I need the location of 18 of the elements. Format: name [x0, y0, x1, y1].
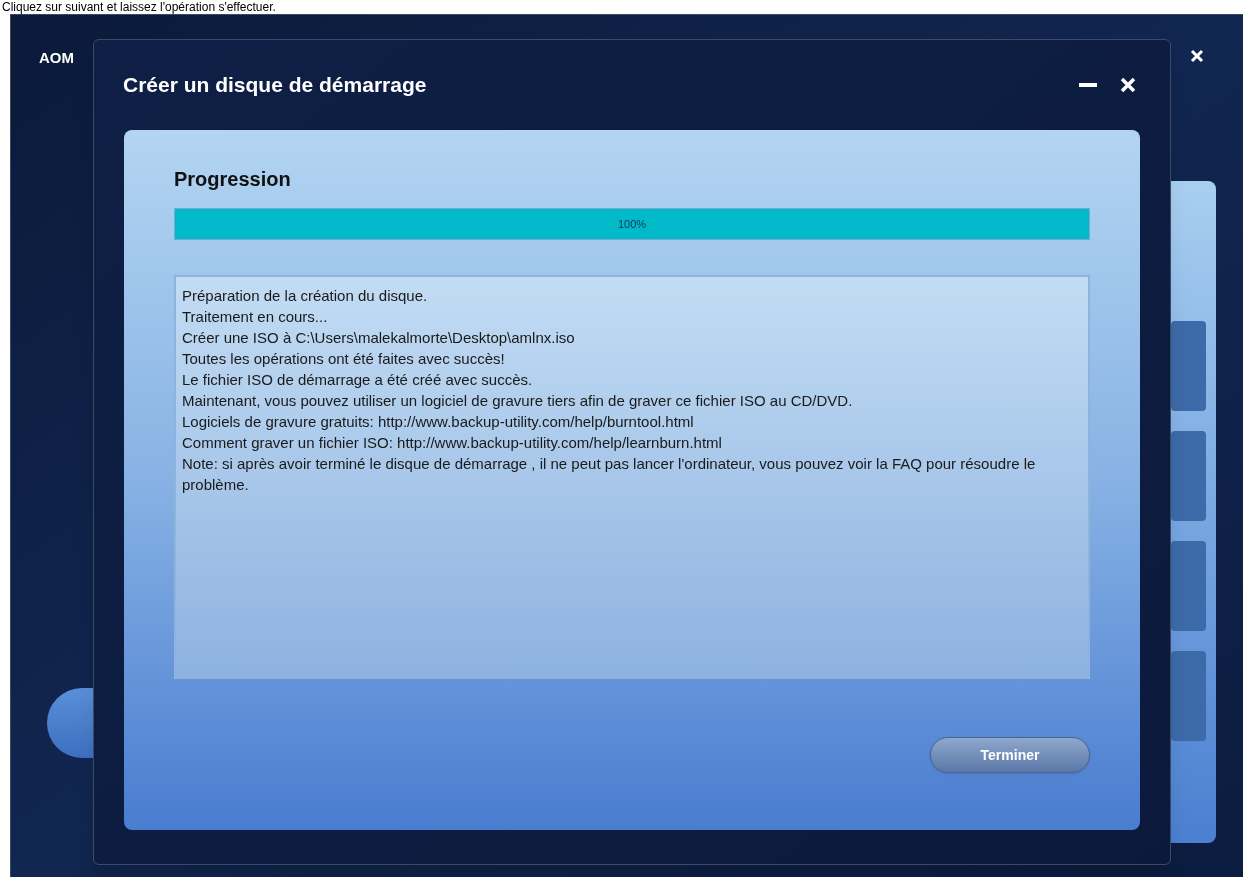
log-line: Toutes les opérations ont été faites avec succès! [182, 349, 506, 369]
log-line: Traitement en cours... [182, 307, 329, 327]
log-line: Créer une ISO à C:\Users\malekalmorte\Desktop\amlnx.iso [182, 328, 576, 348]
window-title: AOM [39, 48, 74, 68]
close-icon [1120, 77, 1136, 93]
log-line: Maintenant, vous pouvez utiliser un logiciel de gravure tiers afin de graver ce fichier ISO au CD/DVD. [182, 391, 854, 411]
section-title: Progression [174, 167, 292, 192]
dialog-title: Créer un disque de démarrage [123, 72, 428, 99]
close-icon [1190, 49, 1204, 63]
progress-label: 100% [616, 216, 648, 232]
log-line: Logiciels de gravure gratuits: http://www.backup-utility.com/help/burntool.html [182, 412, 695, 432]
minimize-icon [1079, 83, 1097, 87]
log-line: Note: si après avoir terminé le disque de démarrage , il ne peut pas lancer l'ordinateur, vous pouvez voir la FAQ pour résoudre le problème. [182, 454, 1037, 495]
log-line: Le fichier ISO de démarrage a été créé avec succès. [182, 370, 534, 390]
log-line: Comment graver un fichier ISO: http://www.backup-utility.com/help/learnburn.html [182, 433, 723, 453]
caption-text: Cliquez sur suivant et laissez l'opération s'effectuer. [2, 0, 276, 14]
log-line: Préparation de la création du disque. [182, 286, 429, 306]
finish-button[interactable]: Terminer [930, 737, 1090, 773]
